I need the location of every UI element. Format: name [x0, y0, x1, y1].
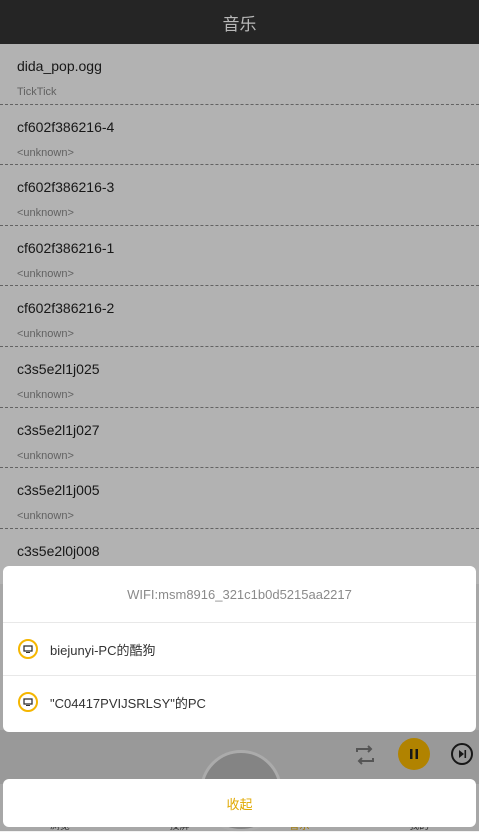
device-name: "C04417PVIJSRLSY"的PC: [50, 695, 206, 711]
pc-icon: [18, 692, 38, 712]
device-item[interactable]: biejunyi-PC的酷狗: [3, 623, 476, 676]
wifi-label: WIFI:msm8916_321c1b0d5215aa2217: [3, 566, 476, 623]
device-picker-sheet: WIFI:msm8916_321c1b0d5215aa2217 biejunyi…: [3, 566, 476, 732]
collapse-button[interactable]: 收起: [3, 779, 476, 827]
device-item[interactable]: "C04417PVIJSRLSY"的PC: [3, 676, 476, 728]
pc-icon: [18, 639, 38, 659]
device-name: biejunyi-PC的酷狗: [50, 642, 156, 658]
